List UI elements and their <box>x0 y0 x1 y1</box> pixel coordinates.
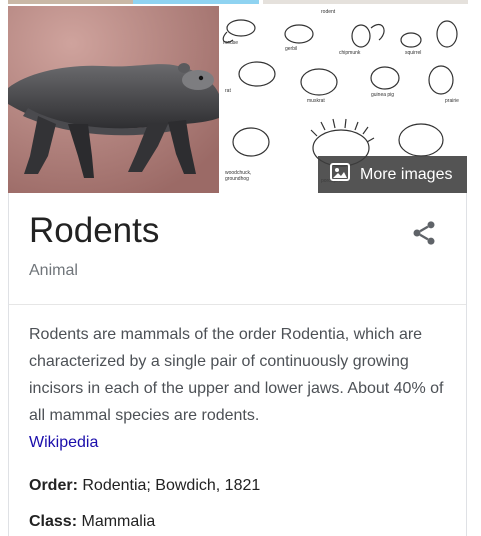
knowledge-panel: Rodents Animal Rodents are mammals of th… <box>8 193 467 536</box>
entity-subtitle: Animal <box>29 262 78 279</box>
strip-image-1[interactable] <box>8 0 133 4</box>
fact-value[interactable]: Rodentia; Bowdich, 1821 <box>82 477 260 494</box>
fact-order: Order: Rodentia; Bowdich, 1821 <box>29 477 260 495</box>
entity-description: Rodents are mammals of the order Rodenti… <box>29 321 449 456</box>
more-images-button[interactable]: More images <box>318 156 467 193</box>
svg-text:rodent: rodent <box>321 9 336 15</box>
svg-text:mouse: mouse <box>223 40 238 46</box>
divider <box>9 304 466 305</box>
image-icon <box>330 163 350 186</box>
strip-image-2[interactable] <box>133 0 259 4</box>
svg-text:squirrel: squirrel <box>405 50 421 56</box>
rodent-photo[interactable] <box>8 6 219 193</box>
fact-label: Order: <box>29 477 78 494</box>
rodent-illustration <box>8 6 219 193</box>
share-icon[interactable] <box>410 219 438 247</box>
svg-text:prairie: prairie <box>445 98 459 104</box>
top-image-strip <box>0 0 481 5</box>
more-images-label: More images <box>360 165 453 183</box>
fact-value[interactable]: Mammalia <box>81 513 155 530</box>
fact-class: Class: Mammalia <box>29 513 155 531</box>
svg-text:gerbil: gerbil <box>285 46 297 52</box>
svg-text:chipmunk: chipmunk <box>339 50 361 56</box>
svg-text:muskrat: muskrat <box>307 98 325 104</box>
svg-text:rat: rat <box>225 88 231 94</box>
fact-label: Class: <box>29 513 78 530</box>
entity-title: Rodents <box>29 211 160 250</box>
svg-text:guinea pig: guinea pig <box>371 92 394 98</box>
wikipedia-link[interactable]: Wikipedia <box>29 434 98 451</box>
svg-text:groundhog: groundhog <box>225 176 249 182</box>
description-text: Rodents are mammals of the order Rodenti… <box>29 326 444 424</box>
strip-image-3[interactable] <box>263 0 468 4</box>
